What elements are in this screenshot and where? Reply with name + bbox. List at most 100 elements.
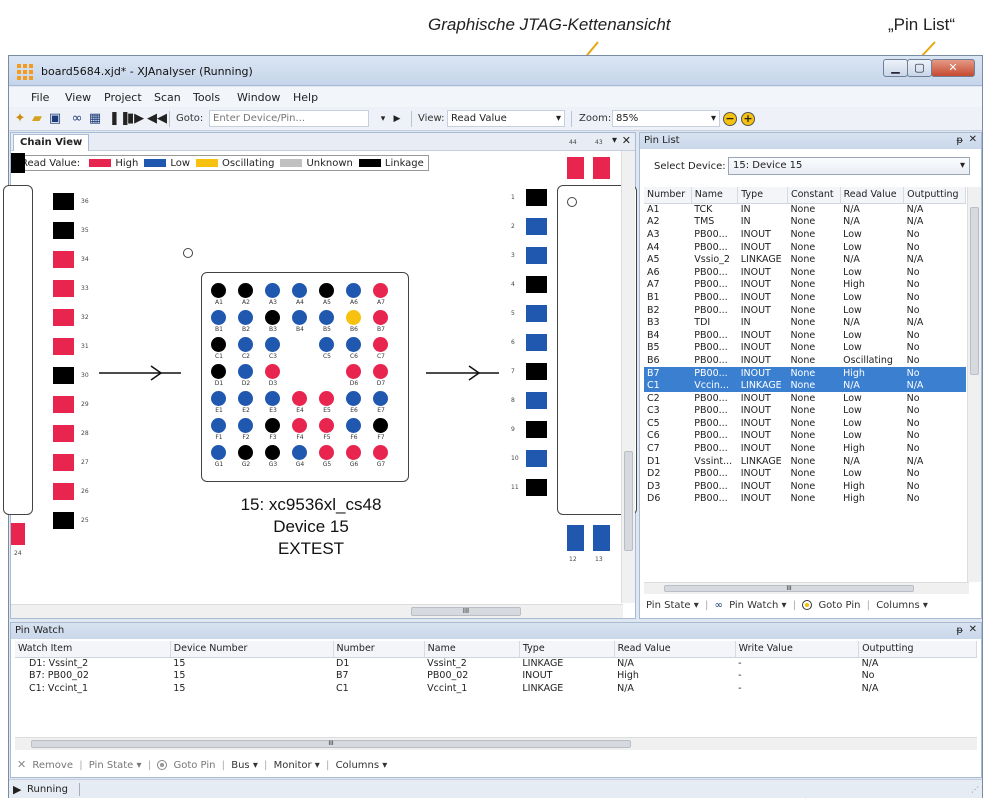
pin-table-row[interactable]: B1 PB00... INOUT None Low No (644, 291, 966, 304)
pin-table-row[interactable]: A3 PB00... INOUT None Low No (644, 228, 966, 241)
wand-icon[interactable]: ✦ (12, 111, 28, 127)
bga-ball[interactable] (265, 310, 280, 325)
bga-ball[interactable] (346, 445, 361, 460)
bga-ball[interactable] (238, 445, 253, 460)
bga-ball[interactable] (292, 391, 307, 406)
bga-ball[interactable] (319, 418, 334, 433)
pin-table-row[interactable]: A5 Vssio_2 LINKAGE None N/A N/A (644, 253, 966, 266)
bga-ball[interactable] (373, 418, 388, 433)
watch-table-column-header[interactable]: Watch Item (15, 641, 171, 658)
scroll-thumb[interactable] (970, 207, 979, 375)
pin-table-row[interactable]: C7 PB00... INOUT None High No (644, 442, 966, 455)
pin-table-row[interactable]: D2 PB00... INOUT None Low No (644, 467, 966, 480)
bga-ball[interactable] (346, 391, 361, 406)
bga-ball[interactable] (238, 391, 253, 406)
bga-ball[interactable] (211, 310, 226, 325)
goto-input[interactable] (209, 110, 369, 127)
menu-project[interactable]: Project (104, 91, 142, 104)
bga-ball[interactable] (211, 391, 226, 406)
bga-ball[interactable] (265, 445, 280, 460)
bga-ball[interactable] (373, 337, 388, 352)
watch-table-column-header[interactable]: Device Number (170, 641, 334, 658)
bga-ball[interactable] (319, 337, 334, 352)
bga-ball[interactable] (265, 391, 280, 406)
bga-ball[interactable] (373, 445, 388, 460)
bga-ball[interactable] (238, 364, 253, 379)
menu-scan[interactable]: Scan (154, 91, 181, 104)
pin-table-row[interactable]: B3 TDI IN None N/A N/A (644, 316, 966, 329)
bus-button[interactable]: Bus ▾ (231, 760, 258, 771)
pin-table-row[interactable]: C1 Vccin... LINKAGE None N/A N/A (644, 379, 966, 392)
grid-icon[interactable]: ▦ (87, 111, 103, 127)
pin-table-row[interactable]: C5 PB00... INOUT None Low No (644, 417, 966, 430)
select-device-dropdown[interactable]: 15: Device 15 ▾ (728, 157, 970, 175)
bga-ball[interactable] (211, 337, 226, 352)
open-folder-icon[interactable]: ▰ (29, 111, 45, 127)
bga-ball[interactable] (319, 391, 334, 406)
bga-ball[interactable] (238, 283, 253, 298)
binoculars-icon[interactable]: ∞ (69, 111, 85, 127)
pin-state-button[interactable]: Pin State ▾ (89, 760, 142, 771)
watch-table-column-header[interactable]: Outputting (858, 641, 977, 658)
menu-window[interactable]: Window (237, 91, 280, 104)
pin-table-row[interactable]: B4 PB00... INOUT None Low No (644, 329, 966, 342)
bga-ball[interactable] (292, 418, 307, 433)
pin-watch-button[interactable]: Pin Watch ▾ (729, 600, 786, 611)
bga-ball[interactable] (373, 283, 388, 298)
minimize-button[interactable]: ▁ (883, 59, 908, 77)
bga-ball[interactable] (265, 418, 280, 433)
pin-table-row[interactable]: D6 PB00... INOUT None High No (644, 493, 966, 506)
goto-pin-button[interactable]: Goto Pin (173, 760, 215, 771)
scroll-thumb[interactable]: III (411, 607, 521, 616)
bga-ball[interactable] (238, 337, 253, 352)
device-15-chip[interactable]: A1 A2 A3 A4 A5 A6 A7 B1 B2 B3 B4 B5 B6 B7 C1 C2 C3 C5 C6 C7… (201, 272, 409, 482)
close-button[interactable]: ✕ (931, 59, 975, 77)
pin-list-horizontal-scrollbar[interactable]: III (644, 582, 969, 594)
bga-ball[interactable] (346, 310, 361, 325)
pin-table-row[interactable]: C2 PB00... INOUT None Low No (644, 392, 966, 405)
pause-icon[interactable]: ❚❚ (109, 111, 131, 127)
pin-table-row[interactable]: B2 PB00... INOUT None Low No (644, 304, 966, 317)
bga-ball[interactable] (265, 337, 280, 352)
bga-ball[interactable] (319, 310, 334, 325)
monitor-button[interactable]: Monitor ▾ (274, 760, 320, 771)
bga-ball[interactable] (292, 283, 307, 298)
close-icon[interactable]: ✕ (969, 134, 977, 145)
pin-table-row[interactable]: D3 PB00... INOUT None High No (644, 480, 966, 493)
bga-ball[interactable] (373, 364, 388, 379)
scroll-thumb[interactable] (624, 451, 633, 551)
pin-state-button[interactable]: Pin State ▾ (646, 600, 699, 611)
pin-watch-horizontal-scrollbar[interactable]: III (15, 737, 977, 750)
panel-menu-icon[interactable]: ▾ (612, 135, 617, 146)
goto-go-icon[interactable]: ▶ (389, 111, 405, 127)
zoom-out-icon[interactable]: − (723, 112, 737, 126)
watch-table-column-header[interactable]: Name (424, 641, 520, 658)
bga-ball[interactable] (211, 445, 226, 460)
bga-ball[interactable] (373, 310, 388, 325)
view-select[interactable]: Read Value ▾ (447, 110, 565, 127)
bga-ball[interactable] (292, 445, 307, 460)
watch-table-row[interactable]: D1: Vssint_2 15 D1 Vssint_2 LINKAGE N/A - N/A (15, 657, 977, 670)
pin-table-row[interactable]: B6 PB00... INOUT None Oscillating No (644, 354, 966, 367)
remove-button[interactable]: Remove (32, 760, 73, 771)
pin-table-row[interactable]: C3 PB00... INOUT None Low No (644, 405, 966, 418)
step-icon[interactable]: ▮▶ (127, 111, 144, 127)
pin-table-row[interactable]: C6 PB00... INOUT None Low No (644, 430, 966, 443)
resize-grip-icon[interactable]: ⋰ (971, 785, 979, 794)
rewind-icon[interactable]: ◀◀ (147, 111, 167, 127)
tab-chain-view[interactable]: Chain View (13, 134, 90, 151)
menu-file[interactable]: File (31, 91, 49, 104)
watch-table-column-header[interactable]: Read Value (614, 641, 736, 658)
bga-ball[interactable] (346, 283, 361, 298)
pin-table-column-header[interactable]: Type (737, 187, 788, 204)
save-icon[interactable]: ▣ (47, 111, 63, 127)
columns-button[interactable]: Columns ▾ (336, 760, 388, 771)
zoom-select[interactable]: 85% ▾ (612, 110, 720, 127)
pin-table-column-header[interactable]: Name (691, 187, 739, 204)
pin-table-row[interactable]: A1 TCK IN None N/A N/A (644, 203, 966, 216)
bga-ball[interactable] (211, 283, 226, 298)
bga-ball[interactable] (265, 283, 280, 298)
pin-list-vertical-scrollbar[interactable] (967, 187, 981, 582)
pin-icon[interactable]: ᵽ (956, 135, 963, 146)
bga-ball[interactable] (211, 364, 226, 379)
